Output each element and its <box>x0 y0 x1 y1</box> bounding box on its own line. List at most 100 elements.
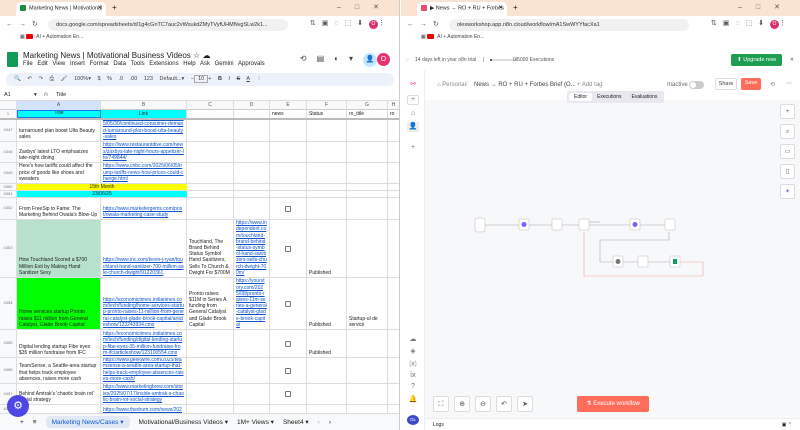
menu-insert[interactable]: Insert <box>70 61 85 67</box>
cell[interactable] <box>347 191 388 197</box>
cell[interactable] <box>187 184 234 190</box>
workflow-name[interactable]: News → RO + RU + Forbes Brief (O... <box>474 82 576 88</box>
add-icon[interactable]: + <box>407 95 419 105</box>
cell-summary[interactable] <box>187 120 234 141</box>
row-number[interactable]: 4351 <box>0 191 17 197</box>
paint-format-icon[interactable]: 🖌 <box>61 76 68 82</box>
cell[interactable] <box>388 142 399 162</box>
decimal-buttons[interactable]: .0 .00 <box>119 76 138 82</box>
node-code[interactable] <box>551 218 563 231</box>
extension-icons[interactable]: ⇅▣◌⬚⬇ O ⋮ <box>310 19 391 29</box>
history-icon[interactable]: ⟲ <box>770 81 775 88</box>
node-parse[interactable] <box>664 218 676 231</box>
cell-ro-title[interactable]: Startup-ul de servicii <box>347 278 388 329</box>
cell-link[interactable]: https://economictimes.indiatimes.com/tec… <box>101 278 187 329</box>
node-schedule-trigger[interactable] <box>474 217 486 233</box>
cell-link[interactable]: https://www.restaurantdive.com/news/zaxb… <box>101 142 187 162</box>
row-number[interactable]: 4347 <box>0 120 17 141</box>
n8n-logo-icon[interactable]: ⚯ <box>407 80 419 90</box>
more-icon[interactable]: ⋮ <box>256 76 262 82</box>
sheet-tab-marketing-news[interactable]: Marketing News/Cases ▾ <box>45 416 130 428</box>
add-tag-link[interactable]: + Add tag <box>577 82 603 88</box>
menu-view[interactable]: View <box>52 61 65 67</box>
cell[interactable] <box>187 191 234 197</box>
bookmark-ai-automation[interactable]: AI + Automation En... <box>437 34 484 40</box>
whats-new-icon[interactable]: ⅸ <box>407 371 419 381</box>
cell-title[interactable]: Here's how tariffs could affect the pric… <box>17 163 101 183</box>
cell[interactable] <box>388 120 399 141</box>
date-band-cell[interactable]: 23/06/25 <box>17 191 187 197</box>
ai-assistant-button[interactable]: ✦ <box>780 184 795 199</box>
approved-checkbox[interactable] <box>285 367 291 374</box>
sticky-note-button[interactable]: ▭ <box>780 144 795 159</box>
user-icon[interactable]: 👤 <box>407 122 419 132</box>
cell-summary[interactable] <box>187 384 234 404</box>
plus-project-icon[interactable]: + <box>407 144 419 154</box>
cell-header-d[interactable] <box>234 110 270 118</box>
help-icon[interactable]: ? <box>407 383 419 393</box>
column-header-a[interactable]: A <box>17 101 101 110</box>
cell-approved[interactable] <box>270 278 307 329</box>
cell[interactable] <box>388 191 399 197</box>
cell-ro-title[interactable] <box>347 198 388 219</box>
templates-icon[interactable]: ☁ <box>407 335 419 345</box>
cell-link[interactable]: https://www.inc.com/kevin-j-ryan/touchla… <box>101 220 187 277</box>
scroll-tabs-right-icon[interactable]: › <box>329 419 331 426</box>
undo-button[interactable]: ↶ <box>496 396 512 412</box>
search-nodes-button[interactable]: ⌕ <box>780 124 795 139</box>
cell-status[interactable]: Published <box>307 278 347 329</box>
cell-status[interactable] <box>307 384 347 404</box>
workflow-canvas[interactable] <box>425 100 800 418</box>
sheet-tab-1m-views[interactable]: 1M+ Views ▾ <box>237 418 274 426</box>
formula-input[interactable]: Title <box>56 92 66 98</box>
panel-button[interactable]: ▯ <box>780 164 795 179</box>
approved-checkbox[interactable] <box>285 340 291 347</box>
cell-ro-title[interactable] <box>347 384 388 404</box>
more-options-icon[interactable]: ⋯ <box>786 80 792 87</box>
strikethrough-icon[interactable]: S <box>237 76 241 82</box>
row-number[interactable]: 4349 <box>0 163 17 183</box>
cell-approved[interactable] <box>270 330 307 357</box>
row-number[interactable]: 4356 <box>0 358 17 383</box>
menu-extensions[interactable]: Extensions <box>149 61 178 67</box>
profile-avatar[interactable]: O <box>770 20 779 29</box>
home-icon[interactable]: ⌂ <box>407 110 419 120</box>
row-number[interactable]: 4352 <box>0 198 17 219</box>
insights-icon[interactable]: ◈ <box>407 347 419 357</box>
settings-gear-icon[interactable]: ⚙ <box>7 395 29 417</box>
cell-summary[interactable] <box>187 330 234 357</box>
cell-link[interactable]: https://www.cnbc.com/2025/06/05/trump-ta… <box>101 163 187 183</box>
approved-checkbox[interactable] <box>285 391 291 397</box>
name-box[interactable]: A1 <box>4 92 11 98</box>
share-button[interactable]: Share <box>715 78 737 90</box>
cell-summary[interactable]: Touchland, The Brand Behind Status Symbo… <box>187 220 234 277</box>
cell-header-c[interactable] <box>187 110 234 118</box>
upgrade-now-button[interactable]: ⬆ Upgrade now <box>731 54 782 66</box>
cell-title[interactable]: Behind Amtrak's 'chaotic brain rot' soci… <box>17 384 101 404</box>
approved-checkbox[interactable] <box>285 245 291 252</box>
logs-toggle-icon[interactable]: ▣ ⌃ <box>782 422 792 428</box>
cell[interactable] <box>270 184 307 190</box>
column-header-b[interactable]: B <box>101 101 187 110</box>
tab-editor[interactable]: Editor <box>569 93 593 101</box>
cell-status[interactable] <box>307 163 347 183</box>
cell[interactable] <box>388 184 399 190</box>
row-number[interactable]: 4348 <box>0 142 17 162</box>
doc-title[interactable]: Marketing News | Motivational Business V… <box>23 51 210 60</box>
cell-approved[interactable] <box>270 120 307 141</box>
cell-source-link[interactable]: https://yourstory.com/2025/08/pronto-rai… <box>234 278 270 329</box>
cell-header-title[interactable]: Title <box>17 110 101 118</box>
cell-summary[interactable] <box>187 142 234 162</box>
cell-status[interactable] <box>307 120 347 141</box>
history-icon[interactable]: ⟲ <box>300 54 317 63</box>
cell[interactable] <box>234 191 270 197</box>
cell-header-approved[interactable]: Approved news <box>270 110 307 118</box>
browser-tab-sheets[interactable]: Marketing News | Motivational ✕ <box>16 2 106 16</box>
column-header-g[interactable]: G <box>347 101 388 110</box>
nav-buttons[interactable]: ←→↻ <box>6 20 44 28</box>
tab-evaluations[interactable]: Evaluations <box>627 93 663 101</box>
italic-icon[interactable]: I <box>228 76 230 82</box>
cell-status[interactable] <box>307 198 347 219</box>
add-sheet-icon[interactable]: + <box>20 419 24 426</box>
cell-title[interactable]: turnaround plan boost Ulta Beauty sales <box>17 120 101 141</box>
